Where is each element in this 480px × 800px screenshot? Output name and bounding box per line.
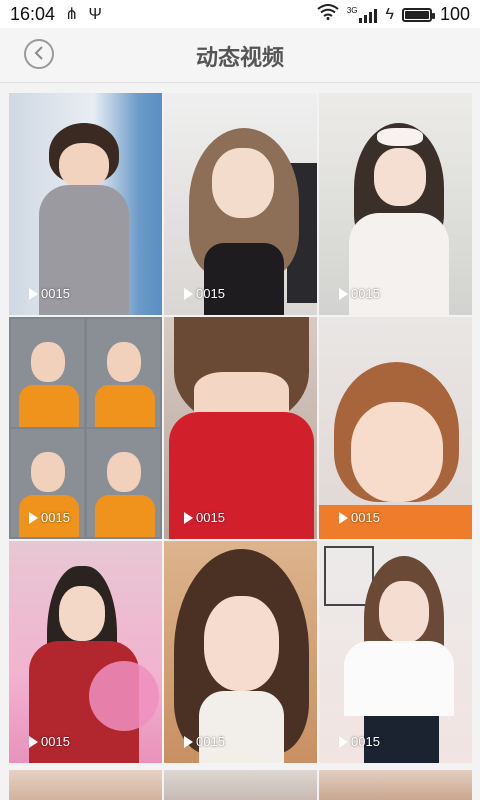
video-duration: 0015 xyxy=(184,286,225,301)
video-tile[interactable]: 0015 xyxy=(164,317,317,539)
video-duration: 0015 xyxy=(184,734,225,749)
video-tile-partial[interactable] xyxy=(319,770,472,800)
play-icon xyxy=(184,735,193,748)
video-duration: 0015 xyxy=(339,286,380,301)
network-label: 3G xyxy=(346,5,358,15)
page-title: 动态视频 xyxy=(195,45,284,70)
video-tile[interactable]: 0015 xyxy=(164,541,317,763)
video-tile[interactable]: 0015 xyxy=(9,541,162,763)
video-duration: 0015 xyxy=(29,734,70,749)
video-duration: 0015 xyxy=(339,510,380,525)
video-duration: 0015 xyxy=(184,510,225,525)
app-header: 动态视频 xyxy=(0,28,480,83)
video-tile-partial[interactable] xyxy=(164,770,317,800)
video-duration: 0015 xyxy=(29,286,70,301)
video-tile[interactable]: 0015 xyxy=(9,93,162,315)
video-tile[interactable]: 0015 xyxy=(319,317,472,539)
status-time: 16:04 xyxy=(10,4,56,24)
video-duration: 0015 xyxy=(339,734,380,749)
video-tile[interactable]: 0015 xyxy=(164,93,317,315)
video-duration: 0015 xyxy=(29,510,70,525)
play-icon xyxy=(29,735,38,748)
play-icon xyxy=(184,287,193,300)
charging-icon: ϟ xyxy=(385,5,394,23)
status-bar: 16:04 ⋔ Ψ 3G ϟ 100 xyxy=(0,0,480,28)
play-icon xyxy=(29,287,38,300)
play-icon xyxy=(339,511,348,524)
play-icon xyxy=(29,511,38,524)
play-icon xyxy=(339,287,348,300)
signal-3g-icon: 3G xyxy=(346,5,378,23)
video-tile[interactable]: 0015 xyxy=(9,317,162,539)
battery-level: 100 xyxy=(439,4,470,24)
video-tile-partial[interactable] xyxy=(9,770,162,800)
play-icon xyxy=(184,511,193,524)
usb-tether-icon: ⋔ xyxy=(65,5,79,23)
usb-debug-icon: Ψ xyxy=(88,5,102,23)
play-icon xyxy=(339,735,348,748)
video-tile[interactable]: 0015 xyxy=(319,541,472,763)
video-tile[interactable]: 0015 xyxy=(319,93,472,315)
video-grid-next-row xyxy=(9,770,472,800)
wifi-icon xyxy=(317,4,339,25)
video-grid: 0015 0015 0015 0015 0015 0015 0015 0015 … xyxy=(9,93,472,763)
battery-fill xyxy=(404,10,429,19)
battery-icon xyxy=(401,7,435,22)
